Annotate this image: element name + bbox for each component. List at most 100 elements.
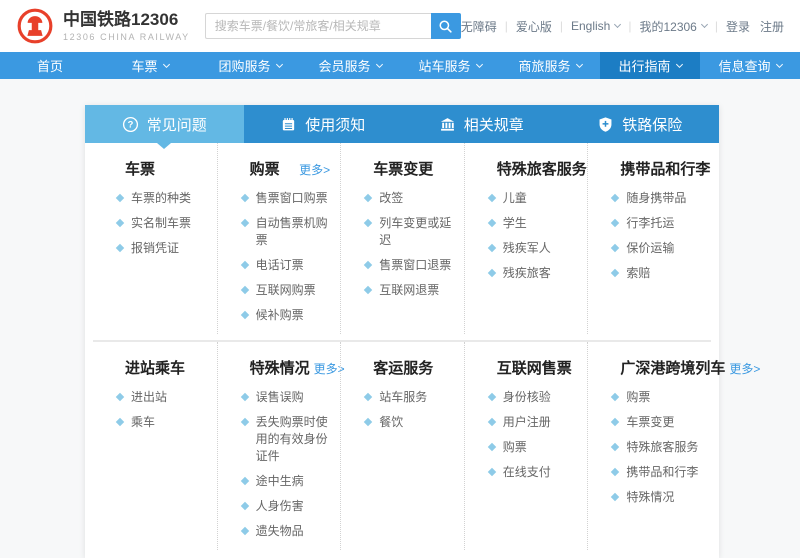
more-link[interactable]: 更多> <box>299 161 330 178</box>
topic-link-label: 列车变更或延迟 <box>379 215 456 249</box>
topic-link[interactable]: 儿童 <box>465 186 588 211</box>
toplink-login[interactable]: 登录 <box>726 18 750 35</box>
topic-link-label: 实名制车票 <box>131 215 191 232</box>
toplink-my12306[interactable]: 我的12306 <box>639 18 706 35</box>
nav-item-travel-guide[interactable]: 出行指南 <box>600 52 700 79</box>
diamond-bullet-icon <box>240 311 248 319</box>
diamond-bullet-icon <box>488 194 496 202</box>
topic-link[interactable]: 特殊情况 <box>588 485 711 510</box>
nav-item-info-query[interactable]: 信息查询 <box>700 52 800 79</box>
nav-item-member-services[interactable]: 会员服务 <box>300 52 400 79</box>
topic-header: 购票更多> <box>218 151 341 184</box>
topic-link[interactable]: 餐饮 <box>341 410 464 435</box>
toplink-register[interactable]: 注册 <box>760 18 784 35</box>
tab-usage-notice[interactable]: 使用须知 <box>244 105 403 143</box>
tab-label: 常见问题 <box>147 114 207 135</box>
topic-link-label: 身份核验 <box>503 389 551 406</box>
topic-link[interactable]: 售票窗口退票 <box>341 253 464 278</box>
topic-link[interactable]: 电话订票 <box>218 253 341 278</box>
topic-link[interactable]: 候补购票 <box>218 303 341 328</box>
nav-item-business-travel[interactable]: 商旅服务 <box>500 52 600 79</box>
toplink-care-version[interactable]: 爱心版 <box>516 18 552 35</box>
topic-list: 进出站乘车 <box>93 385 217 435</box>
topic-link[interactable]: 随身携带品 <box>588 186 711 211</box>
topic-link[interactable]: 遗失物品 <box>218 519 341 544</box>
topic-list: 儿童学生残疾军人残疾旅客 <box>465 186 588 286</box>
tab-bar: ?常见问题使用须知相关规章铁路保险 <box>85 105 719 143</box>
toplink-label: 注册 <box>760 18 784 35</box>
topic-link[interactable]: 学生 <box>465 211 588 236</box>
topic-link[interactable]: 索赔 <box>588 261 711 286</box>
topic-link[interactable]: 进出站 <box>93 385 217 410</box>
topic-link[interactable]: 人身伤害 <box>218 494 341 519</box>
topic-link[interactable]: 车票的种类 <box>93 186 217 211</box>
topic-link[interactable]: 站车服务 <box>341 385 464 410</box>
more-link[interactable]: 更多> <box>729 360 760 377</box>
chevron-down-icon <box>375 61 382 68</box>
topic-column: 购票更多>售票窗口购票自动售票机购票电话订票互联网购票候补购票 <box>217 143 341 334</box>
topic-link[interactable]: 乘车 <box>93 410 217 435</box>
diamond-bullet-icon <box>488 468 496 476</box>
topic-link[interactable]: 互联网退票 <box>341 278 464 303</box>
topic-link[interactable]: 车票变更 <box>588 410 711 435</box>
topic-link[interactable]: 互联网购票 <box>218 278 341 303</box>
topic-link[interactable]: 用户注册 <box>465 410 588 435</box>
main-nav: 首页 车票团购服务会员服务站车服务商旅服务出行指南信息查询 <box>0 52 800 79</box>
tab-insurance[interactable]: 铁路保险 <box>561 105 720 143</box>
topic-link[interactable]: 售票窗口购票 <box>218 186 341 211</box>
topic-link[interactable]: 在线支付 <box>465 460 588 485</box>
topic-link[interactable]: 途中生病 <box>218 469 341 494</box>
divider: | <box>628 19 631 33</box>
tab-faq[interactable]: ?常见问题 <box>85 105 244 143</box>
nav-item-group-services[interactable]: 团购服务 <box>200 52 300 79</box>
nav-item-station-services[interactable]: 站车服务 <box>400 52 500 79</box>
topic-link[interactable]: 列车变更或延迟 <box>341 211 464 253</box>
header: 中国铁路12306 12306 CHINA RAILWAY 无障碍|爱心版|En… <box>0 0 800 52</box>
topic-link[interactable]: 丢失购票时使用的有效身份证件 <box>218 410 341 469</box>
topic-list: 改签列车变更或延迟售票窗口退票互联网退票 <box>341 186 464 303</box>
topic-link[interactable]: 残疾旅客 <box>465 261 588 286</box>
topic-link[interactable]: 保价运输 <box>588 236 711 261</box>
toplink-label: 无障碍 <box>461 18 497 35</box>
tab-regulations[interactable]: 相关规章 <box>402 105 561 143</box>
nav-item-label: 首页 <box>37 56 63 75</box>
topic-link[interactable]: 携带品和行李 <box>588 460 711 485</box>
chevron-down-icon <box>701 21 708 28</box>
nav-item-tickets[interactable]: 车票 <box>100 52 200 79</box>
topic-header: 广深港跨境列车更多> <box>588 350 711 383</box>
topic-link-label: 用户注册 <box>503 414 551 431</box>
brand[interactable]: 中国铁路12306 12306 CHINA RAILWAY <box>16 7 197 45</box>
topic-link[interactable]: 残疾军人 <box>465 236 588 261</box>
topic-list: 身份核验用户注册购票在线支付 <box>465 385 588 485</box>
chevron-down-icon <box>575 61 582 68</box>
diamond-bullet-icon <box>364 219 372 227</box>
topic-header: 特殊旅客服务 <box>465 151 588 184</box>
topic-link-label: 行李托运 <box>626 215 674 232</box>
railway-logo-icon <box>16 7 54 45</box>
topic-link[interactable]: 改签 <box>341 186 464 211</box>
topic-link[interactable]: 行李托运 <box>588 211 711 236</box>
topic-link[interactable]: 自动售票机购票 <box>218 211 341 253</box>
search-button[interactable] <box>431 13 461 39</box>
diamond-bullet-icon <box>240 418 248 426</box>
topic-link[interactable]: 报销凭证 <box>93 236 217 261</box>
topic-link[interactable]: 误售误购 <box>218 385 341 410</box>
topic-row: 进站乘车进出站乘车特殊情况更多>误售误购丢失购票时使用的有效身份证件途中生病人身… <box>93 340 711 558</box>
topic-link[interactable]: 购票 <box>465 435 588 460</box>
topic-link-label: 乘车 <box>131 414 155 431</box>
topic-rows: 车票车票的种类实名制车票报销凭证购票更多>售票窗口购票自动售票机购票电话订票互联… <box>85 143 719 558</box>
diamond-bullet-icon <box>488 269 496 277</box>
toplink-accessibility[interactable]: 无障碍 <box>461 18 497 35</box>
topic-link[interactable]: 实名制车票 <box>93 211 217 236</box>
toplink-english[interactable]: English <box>571 19 620 33</box>
topic-link-label: 改签 <box>379 190 403 207</box>
topic-link-label: 儿童 <box>503 190 527 207</box>
nav-item-home[interactable]: 首页 <box>0 52 100 79</box>
search-input[interactable] <box>205 13 431 39</box>
topic-link-label: 遗失物品 <box>256 523 304 540</box>
topic-link[interactable]: 特殊旅客服务 <box>588 435 711 460</box>
topic-link-label: 互联网退票 <box>379 282 439 299</box>
topic-link[interactable]: 身份核验 <box>465 385 588 410</box>
topic-link-label: 人身伤害 <box>256 498 304 515</box>
topic-link[interactable]: 购票 <box>588 385 711 410</box>
